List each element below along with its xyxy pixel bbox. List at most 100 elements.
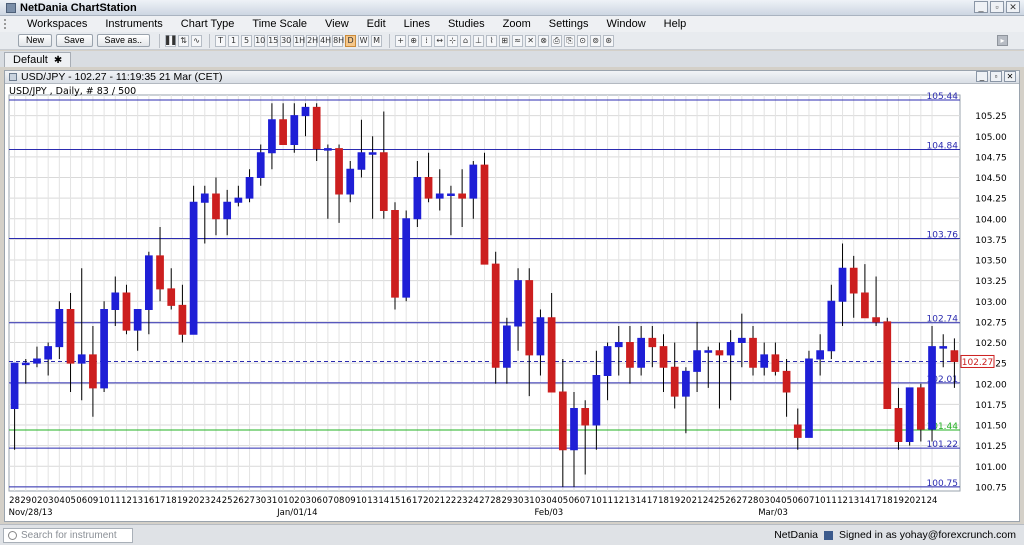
candle-body[interactable] xyxy=(435,193,444,199)
candle-body[interactable] xyxy=(570,408,578,451)
candle-body[interactable] xyxy=(189,201,198,335)
candlestick-chart[interactable]: 105.25 105.00 104.75 104.50 104.25 104.00 103.… xyxy=(5,85,1019,521)
candle-body[interactable] xyxy=(402,218,411,298)
drawing-tool-icon-1[interactable]: ⊕ xyxy=(408,34,420,47)
candle-body[interactable] xyxy=(592,375,601,426)
timeframe-button-5[interactable]: 30 xyxy=(280,34,291,47)
drawing-tool-icon-12[interactable]: ⎙ xyxy=(551,34,563,47)
candle-body[interactable] xyxy=(458,193,466,199)
candle-body[interactable] xyxy=(726,342,735,356)
drawing-tool-icon-11[interactable]: ⊗ xyxy=(538,34,550,47)
candle-body[interactable] xyxy=(558,391,567,451)
timeframe-button-11[interactable]: W xyxy=(358,34,370,47)
tab-close-icon[interactable]: ✱ xyxy=(54,55,62,66)
candle-body[interactable] xyxy=(413,177,422,220)
candle-body[interactable] xyxy=(368,152,377,155)
candle-body[interactable] xyxy=(234,197,243,203)
timeframe-button-8[interactable]: 4H xyxy=(319,34,331,47)
candle-body[interactable] xyxy=(916,387,925,430)
candle-body[interactable] xyxy=(648,337,657,348)
candle-body[interactable] xyxy=(324,148,332,151)
candle-body[interactable] xyxy=(749,337,757,368)
chart-type-icon-0[interactable]: ▌▌ xyxy=(165,34,178,47)
save-button[interactable]: Save xyxy=(56,34,93,47)
candle-body[interactable] xyxy=(256,152,265,178)
candle-body[interactable] xyxy=(503,325,511,368)
candle-body[interactable] xyxy=(872,317,880,323)
candle-body[interactable] xyxy=(536,317,545,356)
candle-body[interactable] xyxy=(55,309,64,348)
drawing-tool-icon-16[interactable]: ⊛ xyxy=(603,34,615,47)
chart-type-icon-1[interactable]: ⇅ xyxy=(178,34,190,47)
candle-body[interactable] xyxy=(905,387,914,442)
drawing-tool-icon-9[interactable]: ≈ xyxy=(512,34,524,47)
menu-edit[interactable]: Edit xyxy=(358,18,395,30)
candle-body[interactable] xyxy=(737,337,746,343)
candle-body[interactable] xyxy=(335,148,343,195)
candle-body[interactable] xyxy=(883,321,892,409)
save-as-button[interactable]: Save as.. xyxy=(96,34,151,47)
chart-type-icon-2[interactable]: ∿ xyxy=(191,34,203,47)
candle-body[interactable] xyxy=(133,309,142,331)
candle-body[interactable] xyxy=(894,408,903,442)
candle-body[interactable] xyxy=(346,168,355,195)
candle-body[interactable] xyxy=(212,193,220,220)
candle-body[interactable] xyxy=(279,119,287,145)
candle-body[interactable] xyxy=(469,164,478,199)
candle-body[interactable] xyxy=(301,106,310,117)
candle-body[interactable] xyxy=(950,350,959,362)
candle-body[interactable] xyxy=(200,193,209,203)
candle-body[interactable] xyxy=(491,263,500,368)
candle-body[interactable] xyxy=(144,255,153,310)
candle-body[interactable] xyxy=(603,346,612,376)
menu-instruments[interactable]: Instruments xyxy=(96,18,171,30)
candle-body[interactable] xyxy=(100,309,108,389)
candle-body[interactable] xyxy=(44,346,53,360)
drawing-tool-icon-4[interactable]: ⊹ xyxy=(447,34,459,47)
drawing-tool-icon-13[interactable]: ⎘ xyxy=(564,34,576,47)
timeframe-button-2[interactable]: 5 xyxy=(241,34,253,47)
menu-workspaces[interactable]: Workspaces xyxy=(18,18,96,30)
timeframe-button-7[interactable]: 2H xyxy=(306,34,318,47)
drawing-tool-icon-6[interactable]: ⊥ xyxy=(473,34,485,47)
candle-body[interactable] xyxy=(268,119,276,154)
candle-body[interactable] xyxy=(637,337,645,368)
timeframe-button-10[interactable]: D xyxy=(345,34,357,47)
candle-body[interactable] xyxy=(626,342,634,368)
timeframe-button-9[interactable]: 8H xyxy=(332,34,344,47)
candle-body[interactable] xyxy=(782,370,791,393)
timeframe-button-3[interactable]: 10 xyxy=(254,34,265,47)
candle-body[interactable] xyxy=(357,152,366,170)
new-button[interactable]: New xyxy=(18,34,53,47)
candle-body[interactable] xyxy=(391,210,399,298)
timeframe-button-0[interactable]: T xyxy=(215,34,227,47)
candle-body[interactable] xyxy=(379,152,388,211)
candle-body[interactable] xyxy=(245,177,254,199)
candle-body[interactable] xyxy=(547,317,556,393)
candle-body[interactable] xyxy=(659,346,668,368)
candle-body[interactable] xyxy=(827,300,836,352)
candle-body[interactable] xyxy=(793,424,802,438)
drawing-tool-icon-5[interactable]: ⌂ xyxy=(460,34,472,47)
candle-body[interactable] xyxy=(122,292,131,331)
candle-body[interactable] xyxy=(10,362,19,409)
candle-body[interactable] xyxy=(525,280,534,356)
candle-body[interactable] xyxy=(805,358,813,438)
drawing-tool-icon-3[interactable]: ↔ xyxy=(434,34,446,47)
candle-body[interactable] xyxy=(178,304,187,335)
candle-body[interactable] xyxy=(816,350,825,360)
candle-body[interactable] xyxy=(66,309,75,364)
candle-body[interactable] xyxy=(290,115,299,145)
minimize-button[interactable]: _ xyxy=(974,1,988,13)
candle-body[interactable] xyxy=(77,354,86,364)
drawing-tool-icon-10[interactable]: ✕ xyxy=(525,34,537,47)
candle-body[interactable] xyxy=(89,354,97,389)
candle-body[interactable] xyxy=(156,255,164,290)
timeframe-button-6[interactable]: 1H xyxy=(293,34,305,47)
timeframe-button-12[interactable]: M xyxy=(371,34,383,47)
menu-chart-type[interactable]: Chart Type xyxy=(172,18,244,30)
candle-body[interactable] xyxy=(693,350,701,372)
candle-body[interactable] xyxy=(939,346,948,349)
candle-body[interactable] xyxy=(223,201,232,220)
drawing-tool-icon-15[interactable]: ⊚ xyxy=(590,34,602,47)
